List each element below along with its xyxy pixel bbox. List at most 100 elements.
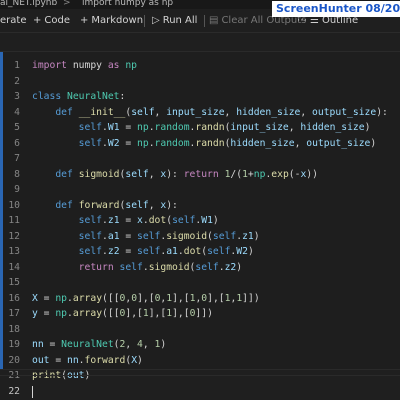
- add-code-cell-button[interactable]: + Code: [33, 15, 70, 27]
- code-line[interactable]: 15: [0, 275, 400, 291]
- code-token: numpy: [67, 60, 108, 71]
- code-token: input_size: [230, 122, 289, 133]
- run-all-icon: ▷: [152, 15, 160, 26]
- code-token: nn: [67, 354, 79, 366]
- code-line[interactable]: 19 nn = NeuralNet(2, 4, 1): [0, 337, 400, 353]
- line-number: 1: [14, 60, 20, 71]
- code-line[interactable]: 11 self.z1 = x.dot(self.W1): [0, 213, 400, 229]
- code-line[interactable]: 8 def sigmoid(self, x): return 1/(1+np.e…: [0, 167, 400, 183]
- code-token: output_size: [306, 137, 371, 149]
- code-line[interactable]: 6 self.W2 = np.random.randn(hidden_size,…: [0, 136, 400, 152]
- code-token: ):: [166, 199, 178, 211]
- code-token: ]]): [195, 308, 213, 319]
- code-token: __init__: [78, 106, 126, 118]
- code-text: nn = NeuralNet(2, 4, 1): [32, 337, 166, 353]
- line-number: 6: [14, 137, 20, 149]
- code-line[interactable]: 13 self.z2 = self.a1.dot(self.W2): [0, 244, 400, 260]
- breadcrumb-separator: >: [63, 0, 71, 8]
- code-token: ):: [166, 168, 184, 180]
- code-line[interactable]: 18: [0, 322, 400, 338]
- generate-button[interactable]: erate: [0, 15, 26, 27]
- code-line[interactable]: 20 out = nn.forward(X): [0, 353, 400, 369]
- add-markdown-cell-button[interactable]: + Markdown: [80, 15, 143, 27]
- code-token: dot: [148, 215, 167, 226]
- code-token: ],[: [148, 308, 167, 319]
- code-token: ):: [376, 106, 388, 118]
- code-token: ],[: [207, 292, 225, 304]
- code-token: np: [137, 137, 149, 149]
- code-token: random: [154, 137, 190, 149]
- code-cell[interactable]: 1 import numpy as np 2 3 class NeuralNet: 4 d…: [0, 51, 400, 398]
- code-token: self: [78, 122, 103, 133]
- code-token: =: [43, 339, 62, 350]
- code-token: hidden_size: [236, 106, 301, 118]
- code-line[interactable]: 12 self.a1 = self.sigmoid(self.z1): [0, 229, 400, 245]
- code-line[interactable]: 17 y = np.array([[0],[1],[1],[0]]): [0, 306, 400, 322]
- line-number: 2: [14, 75, 20, 87]
- code-token: self: [78, 230, 103, 242]
- code-token: W2: [107, 137, 120, 149]
- code-line[interactable]: 22: [0, 384, 400, 400]
- code-token: ,: [125, 339, 138, 350]
- code-token: z2: [107, 246, 120, 257]
- code-token: self: [78, 137, 103, 149]
- code-line[interactable]: 2: [0, 74, 400, 90]
- code-editor[interactable]: 1 import numpy as np 2 3 class NeuralNet: 4 d…: [0, 58, 400, 399]
- code-token: )): [306, 168, 318, 180]
- file-breadcrumb[interactable]: al_NET.ipynb: [0, 0, 57, 8]
- code-token: forward: [84, 354, 126, 366]
- screenhunter-watermark: ScreenHunter 08/20: [272, 1, 400, 17]
- code-token: ,: [154, 106, 167, 118]
- code-text: y = np.array([[0],[1],[1],[0]]): [32, 306, 213, 322]
- code-token: dot: [183, 246, 202, 257]
- run-all-label: Run All: [162, 15, 198, 26]
- line-number: 3: [14, 91, 20, 102]
- code-line[interactable]: 10 def forward(self, x):: [0, 198, 400, 214]
- code-token: =: [37, 292, 56, 304]
- code-token: W2: [236, 246, 248, 257]
- code-token: ): [236, 261, 243, 273]
- code-token: z1: [242, 230, 254, 242]
- code-token: self: [172, 215, 196, 226]
- code-line[interactable]: 1 import numpy as np: [0, 58, 400, 74]
- code-line[interactable]: 5 self.W1 = np.random.randn(input_size, …: [0, 120, 400, 136]
- code-token: self: [207, 246, 231, 257]
- code-token: ): [137, 354, 143, 366]
- code-token: sigmoid: [78, 168, 120, 180]
- code-token: self: [212, 230, 237, 242]
- code-text: self.z1 = x.dot(self.W1): [32, 213, 219, 229]
- code-token: ,: [224, 106, 237, 118]
- run-all-button[interactable]: ▷ Run All: [152, 15, 197, 27]
- output-divider: [0, 375, 400, 376]
- code-line[interactable]: 9: [0, 182, 400, 198]
- code-token: ,: [300, 106, 313, 118]
- code-token: hidden_size: [230, 137, 295, 149]
- code-token: exp: [271, 168, 289, 180]
- code-token: array: [72, 308, 103, 319]
- line-number: 12: [8, 230, 20, 242]
- code-token: a1: [166, 246, 178, 257]
- code-token: array: [72, 292, 103, 304]
- code-token: ): [253, 230, 260, 242]
- code-token: as: [107, 60, 120, 71]
- code-token: =: [49, 354, 67, 366]
- toolbar-divider: [144, 15, 145, 27]
- code-text: self.z2 = self.a1.dot(self.W2): [32, 244, 254, 260]
- code-line[interactable]: 4 def __init__(self, input_size, hidden_…: [0, 105, 400, 121]
- code-line[interactable]: 7: [0, 151, 400, 167]
- code-token: =: [119, 137, 138, 149]
- code-token: ,: [148, 199, 161, 211]
- code-label: Code: [44, 15, 70, 26]
- code-token: ,: [148, 168, 161, 180]
- code-line[interactable]: 3 class NeuralNet:: [0, 89, 400, 105]
- code-line[interactable]: 14 return self.sigmoid(self.z2): [0, 260, 400, 276]
- code-line[interactable]: 16 X = np.array([[0,0],[0,1],[1,0],[1,1]]…: [0, 291, 400, 307]
- cell-breadcrumb[interactable]: import numpy as np: [82, 0, 173, 8]
- code-token: randn: [195, 122, 225, 133]
- code-token: ]]): [242, 292, 260, 304]
- code-token: ],[: [137, 292, 155, 304]
